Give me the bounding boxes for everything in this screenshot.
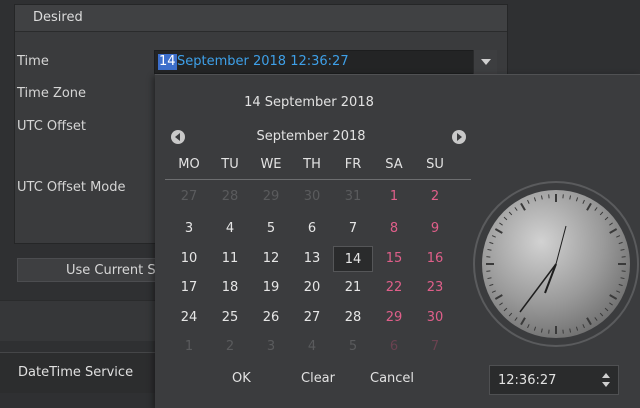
calendar-day[interactable]: 30: [415, 305, 455, 331]
calendar-day[interactable]: 16: [415, 246, 455, 272]
prev-month-button[interactable]: [171, 130, 185, 144]
clear-button[interactable]: Clear: [301, 371, 335, 386]
calendar-day[interactable]: 26: [251, 305, 291, 331]
chevron-right-icon: [457, 133, 462, 141]
calendar-day[interactable]: 18: [210, 275, 250, 301]
calendar-day[interactable]: 2: [210, 334, 250, 360]
time-input-value: September 2018 12:36:27: [177, 54, 349, 69]
weekday-divider: [165, 179, 471, 180]
calendar-day[interactable]: 11: [210, 246, 250, 272]
spinner-arrows-icon[interactable]: [602, 372, 610, 388]
tab-datetime-service[interactable]: DateTime Service: [0, 352, 155, 393]
calendar-day[interactable]: 7: [415, 334, 455, 360]
calendar-day[interactable]: 14: [333, 246, 373, 272]
tab-label: DateTime Service: [18, 365, 134, 380]
weekday-header: TH: [303, 157, 321, 172]
weekday-header: SU: [426, 157, 444, 172]
time-zone-label: Time Zone: [17, 86, 87, 101]
time-label: Time: [17, 54, 49, 69]
selected-date-header: 14 September 2018: [244, 95, 374, 110]
datetime-picker-popup: 14 September 2018 September 2018 MO TU WE T…: [155, 74, 640, 408]
weekday-header: SA: [385, 157, 403, 172]
chevron-down-icon: [481, 59, 491, 65]
calendar-day[interactable]: 19: [251, 275, 291, 301]
calendar-day[interactable]: 17: [169, 275, 209, 301]
calendar-day[interactable]: 27: [292, 305, 332, 331]
cancel-button[interactable]: Cancel: [370, 371, 414, 386]
calendar-day[interactable]: 30: [292, 184, 332, 210]
calendar-day[interactable]: 10: [169, 246, 209, 272]
calendar-day[interactable]: 5: [333, 334, 373, 360]
analog-clock: [473, 181, 639, 347]
calendar-day[interactable]: 25: [210, 305, 250, 331]
calendar-day[interactable]: 28: [210, 184, 250, 210]
calendar-day[interactable]: 3: [169, 216, 209, 242]
calendar-day[interactable]: 5: [251, 216, 291, 242]
utc-offset-label: UTC Offset: [17, 119, 86, 134]
calendar-day[interactable]: 2: [415, 184, 455, 210]
time-dropdown-button[interactable]: [473, 50, 497, 74]
calendar-day[interactable]: 31: [333, 184, 373, 210]
calendar-day[interactable]: 22: [374, 275, 414, 301]
weekday-header: WE: [260, 157, 282, 172]
calendar-day[interactable]: 15: [374, 246, 414, 272]
calendar-day[interactable]: 13: [292, 246, 332, 272]
bottom-strip: [0, 300, 155, 341]
calendar-day[interactable]: 6: [374, 334, 414, 360]
time-spinner-input[interactable]: 12:36:27: [489, 365, 619, 395]
ok-button[interactable]: OK: [232, 371, 251, 386]
panel-title: Desired: [33, 10, 83, 25]
calendar-day[interactable]: 20: [292, 275, 332, 301]
time-input[interactable]: 14 September 2018 12:36:27: [154, 50, 497, 74]
calendar-day[interactable]: 9: [415, 216, 455, 242]
calendar-day[interactable]: 27: [169, 184, 209, 210]
next-month-button[interactable]: [452, 130, 466, 144]
calendar-day[interactable]: 29: [374, 305, 414, 331]
use-current-label: Use Current S: [66, 263, 156, 278]
calendar-day[interactable]: 3: [251, 334, 291, 360]
calendar-day[interactable]: 1: [374, 184, 414, 210]
calendar-day[interactable]: 4: [292, 334, 332, 360]
calendar-day[interactable]: 29: [251, 184, 291, 210]
weekday-header: FR: [344, 157, 362, 172]
time-input-selected: 14: [158, 54, 177, 70]
panel-header: Desired: [15, 5, 507, 32]
utc-offset-mode-label: UTC Offset Mode: [17, 180, 126, 195]
calendar-day[interactable]: 6: [292, 216, 332, 242]
chevron-left-icon: [175, 133, 180, 141]
calendar-day[interactable]: 28: [333, 305, 373, 331]
calendar-day[interactable]: 21: [333, 275, 373, 301]
weekday-header: MO: [178, 157, 200, 172]
calendar-day[interactable]: 23: [415, 275, 455, 301]
calendar-day[interactable]: 4: [210, 216, 250, 242]
calendar-day[interactable]: 12: [251, 246, 291, 272]
month-label: September 2018: [256, 129, 366, 144]
use-current-button[interactable]: Use Current S: [17, 258, 177, 282]
calendar-day[interactable]: 8: [374, 216, 414, 242]
time-spinner-value: 12:36:27: [498, 373, 557, 388]
calendar-day[interactable]: 1: [169, 334, 209, 360]
weekday-header: TU: [221, 157, 239, 172]
calendar-day[interactable]: 24: [169, 305, 209, 331]
calendar-day[interactable]: 7: [333, 216, 373, 242]
